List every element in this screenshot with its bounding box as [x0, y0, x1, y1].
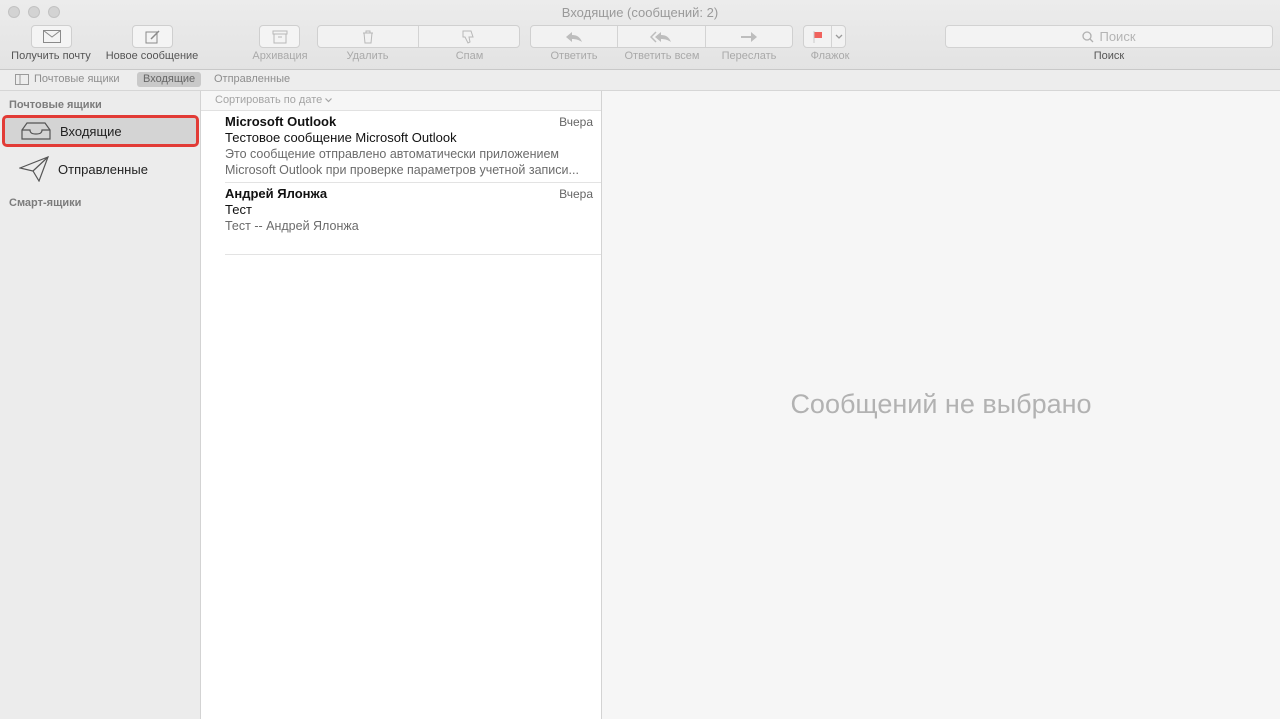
forward-arrow-icon	[740, 31, 757, 42]
message-preview-pane: Сообщений не выбрано	[602, 91, 1280, 719]
message-preview: Тест -- Андрей Ялонжа	[225, 219, 359, 233]
divider	[225, 182, 601, 183]
message-preview: Microsoft Outlook при проверке параметро…	[225, 163, 579, 177]
message-sender: Microsoft Outlook	[225, 114, 337, 129]
message-preview: Это сообщение отправлено автоматически п…	[225, 147, 560, 161]
sidebar-item-label: Входящие	[60, 123, 122, 139]
flag-icon	[813, 30, 822, 43]
search-input[interactable]: Поиск	[945, 25, 1273, 48]
sidebar-item-inbox[interactable]: Входящие	[2, 115, 199, 147]
archive-box-icon	[272, 30, 287, 43]
archive-button[interactable]	[259, 25, 300, 48]
reply-button[interactable]	[531, 26, 619, 47]
favorites-bar: Почтовые ящики Входящие Отправленные	[0, 70, 1280, 91]
inbox-tray-icon	[20, 119, 52, 143]
favorite-sent[interactable]: Отправленные	[208, 72, 296, 87]
search-label: Поиск	[1093, 50, 1125, 62]
toolbar: Входящие (сообщений: 2) Получить почту Н…	[0, 0, 1280, 70]
chevron-down-icon	[835, 34, 842, 39]
message-date: Вчера	[559, 187, 593, 201]
reply-all-label: Ответить всем	[624, 50, 700, 62]
get-mail-label: Получить почту	[11, 50, 91, 62]
reply-all-arrow-icon	[650, 30, 672, 43]
paper-plane-icon	[18, 156, 50, 182]
message-list: Сортировать по дате Microsoft Outlook Вч…	[201, 91, 602, 719]
archive-label: Архивация	[252, 50, 308, 62]
sidebar: Почтовые ящики Входящие Отправленные Сма…	[0, 91, 201, 719]
list-item[interactable]: Microsoft Outlook Вчера Тестовое сообщен…	[225, 114, 593, 178]
reply-label: Ответить	[550, 50, 598, 62]
envelope-icon	[42, 30, 61, 43]
favorite-mailboxes[interactable]: Почтовые ящики	[28, 72, 126, 87]
new-message-button[interactable]	[132, 25, 173, 48]
delete-label: Удалить	[346, 50, 389, 62]
reply-all-button[interactable]	[618, 26, 706, 47]
junk-button[interactable]	[419, 26, 519, 47]
reply-group	[530, 25, 793, 48]
junk-label: Спам	[455, 50, 484, 62]
mailboxes-header: Почтовые ящики	[9, 99, 102, 111]
flag-color-dropdown[interactable]	[832, 26, 845, 47]
search-icon	[1082, 30, 1094, 42]
new-message-label: Новое сообщение	[105, 50, 199, 62]
list-item[interactable]: Андрей Ялонжа Вчера Тест Тест -- Андрей …	[225, 186, 593, 234]
message-sender: Андрей Ялонжа	[225, 186, 328, 201]
get-mail-button[interactable]	[31, 25, 72, 48]
message-subject: Тест	[225, 202, 252, 217]
compose-icon	[145, 29, 160, 43]
smart-mailboxes-header: Смарт-ящики	[9, 197, 82, 209]
divider	[225, 254, 601, 255]
message-subject: Тестовое сообщение Microsoft Outlook	[225, 130, 457, 145]
reply-arrow-icon	[566, 31, 583, 42]
flag-button[interactable]	[804, 26, 832, 47]
sidebar-item-label: Отправленные	[58, 161, 148, 177]
flag-label: Флажок	[810, 50, 850, 62]
message-date: Вчера	[559, 115, 593, 129]
chevron-down-icon	[325, 98, 332, 103]
search-placeholder: Поиск	[1099, 29, 1136, 44]
trash-icon	[363, 30, 373, 43]
sidebar-toggle-icon[interactable]	[15, 74, 29, 85]
no-message-selected-text: Сообщений не выбрано	[790, 389, 1092, 419]
delete-junk-group	[317, 25, 520, 48]
sidebar-item-sent[interactable]: Отправленные	[4, 153, 197, 185]
forward-label: Переслать	[721, 50, 777, 62]
forward-button[interactable]	[706, 26, 792, 47]
thumbs-down-icon	[462, 30, 474, 44]
favorite-inbox[interactable]: Входящие	[137, 72, 202, 87]
window-title: Входящие (сообщений: 2)	[561, 5, 719, 20]
sort-label: Сортировать по дате	[215, 94, 323, 106]
delete-button[interactable]	[318, 26, 419, 47]
sort-header[interactable]: Сортировать по дате	[201, 91, 601, 111]
flag-group	[803, 25, 846, 48]
